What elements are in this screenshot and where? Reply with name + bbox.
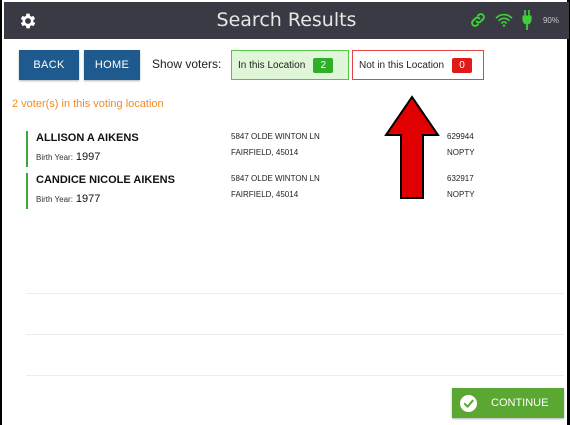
voter-birth-year: Birth Year: 1977 [36, 193, 100, 205]
birth-year-label: Birth Year: [36, 153, 73, 162]
voter-party: NOPTY [447, 148, 475, 157]
red-arrow-up-icon [384, 95, 440, 199]
voter-row[interactable]: ALLISON A AIKENS Birth Year: 1997 5847 OL… [26, 131, 546, 167]
voter-row[interactable]: CANDICE NICOLE AIKENS Birth Year: 1977 58… [26, 173, 546, 209]
back-button[interactable]: BACK [19, 50, 79, 80]
voter-id: 629944 [447, 132, 474, 141]
not-in-location-count-badge: 0 [452, 57, 473, 73]
in-location-filter-button[interactable]: In this Location 2 [231, 50, 349, 80]
voter-name: ALLISON A AIKENS [36, 132, 139, 144]
show-voters-label: Show voters: [152, 57, 222, 71]
voter-party: NOPTY [447, 190, 475, 199]
power-plug-icon [522, 10, 532, 30]
continue-label: CONTINUE [491, 397, 549, 409]
list-divider [26, 334, 564, 335]
birth-year-value: 1997 [75, 151, 101, 163]
voter-count-summary: 2 voter(s) in this voting location [12, 98, 164, 110]
birth-year-value: 1977 [75, 193, 101, 205]
voter-address-line1: 5847 OLDE WINTON LN [231, 174, 320, 183]
list-divider [26, 293, 564, 294]
voter-address-line1: 5847 OLDE WINTON LN [231, 132, 320, 141]
in-location-count-badge: 2 [313, 57, 334, 73]
voter-address-line2: FAIRFIELD, 45014 [231, 190, 299, 199]
voter-address-line2: FAIRFIELD, 45014 [231, 148, 299, 157]
list-divider [26, 375, 564, 376]
header-bar: Search Results 90% [4, 2, 569, 39]
checkmark-icon [460, 394, 477, 412]
in-location-label: In this Location [238, 59, 306, 71]
wifi-icon [495, 13, 513, 27]
not-in-location-label: Not in this Location [359, 59, 445, 71]
not-in-location-filter-button[interactable]: Not in this Location 0 [352, 50, 484, 80]
voter-name: CANDICE NICOLE AIKENS [36, 174, 175, 186]
link-icon [471, 13, 485, 27]
continue-button[interactable]: CONTINUE [452, 388, 564, 418]
app-frame: Search Results 90% BACK HOME Show voters… [0, 0, 570, 425]
voter-birth-year: Birth Year: 1997 [36, 151, 100, 163]
battery-percent: 90% [542, 15, 559, 25]
status-icons: 90% [469, 10, 559, 30]
birth-year-label: Birth Year: [36, 195, 73, 204]
home-button[interactable]: HOME [84, 50, 140, 80]
voter-id: 632917 [447, 174, 474, 183]
